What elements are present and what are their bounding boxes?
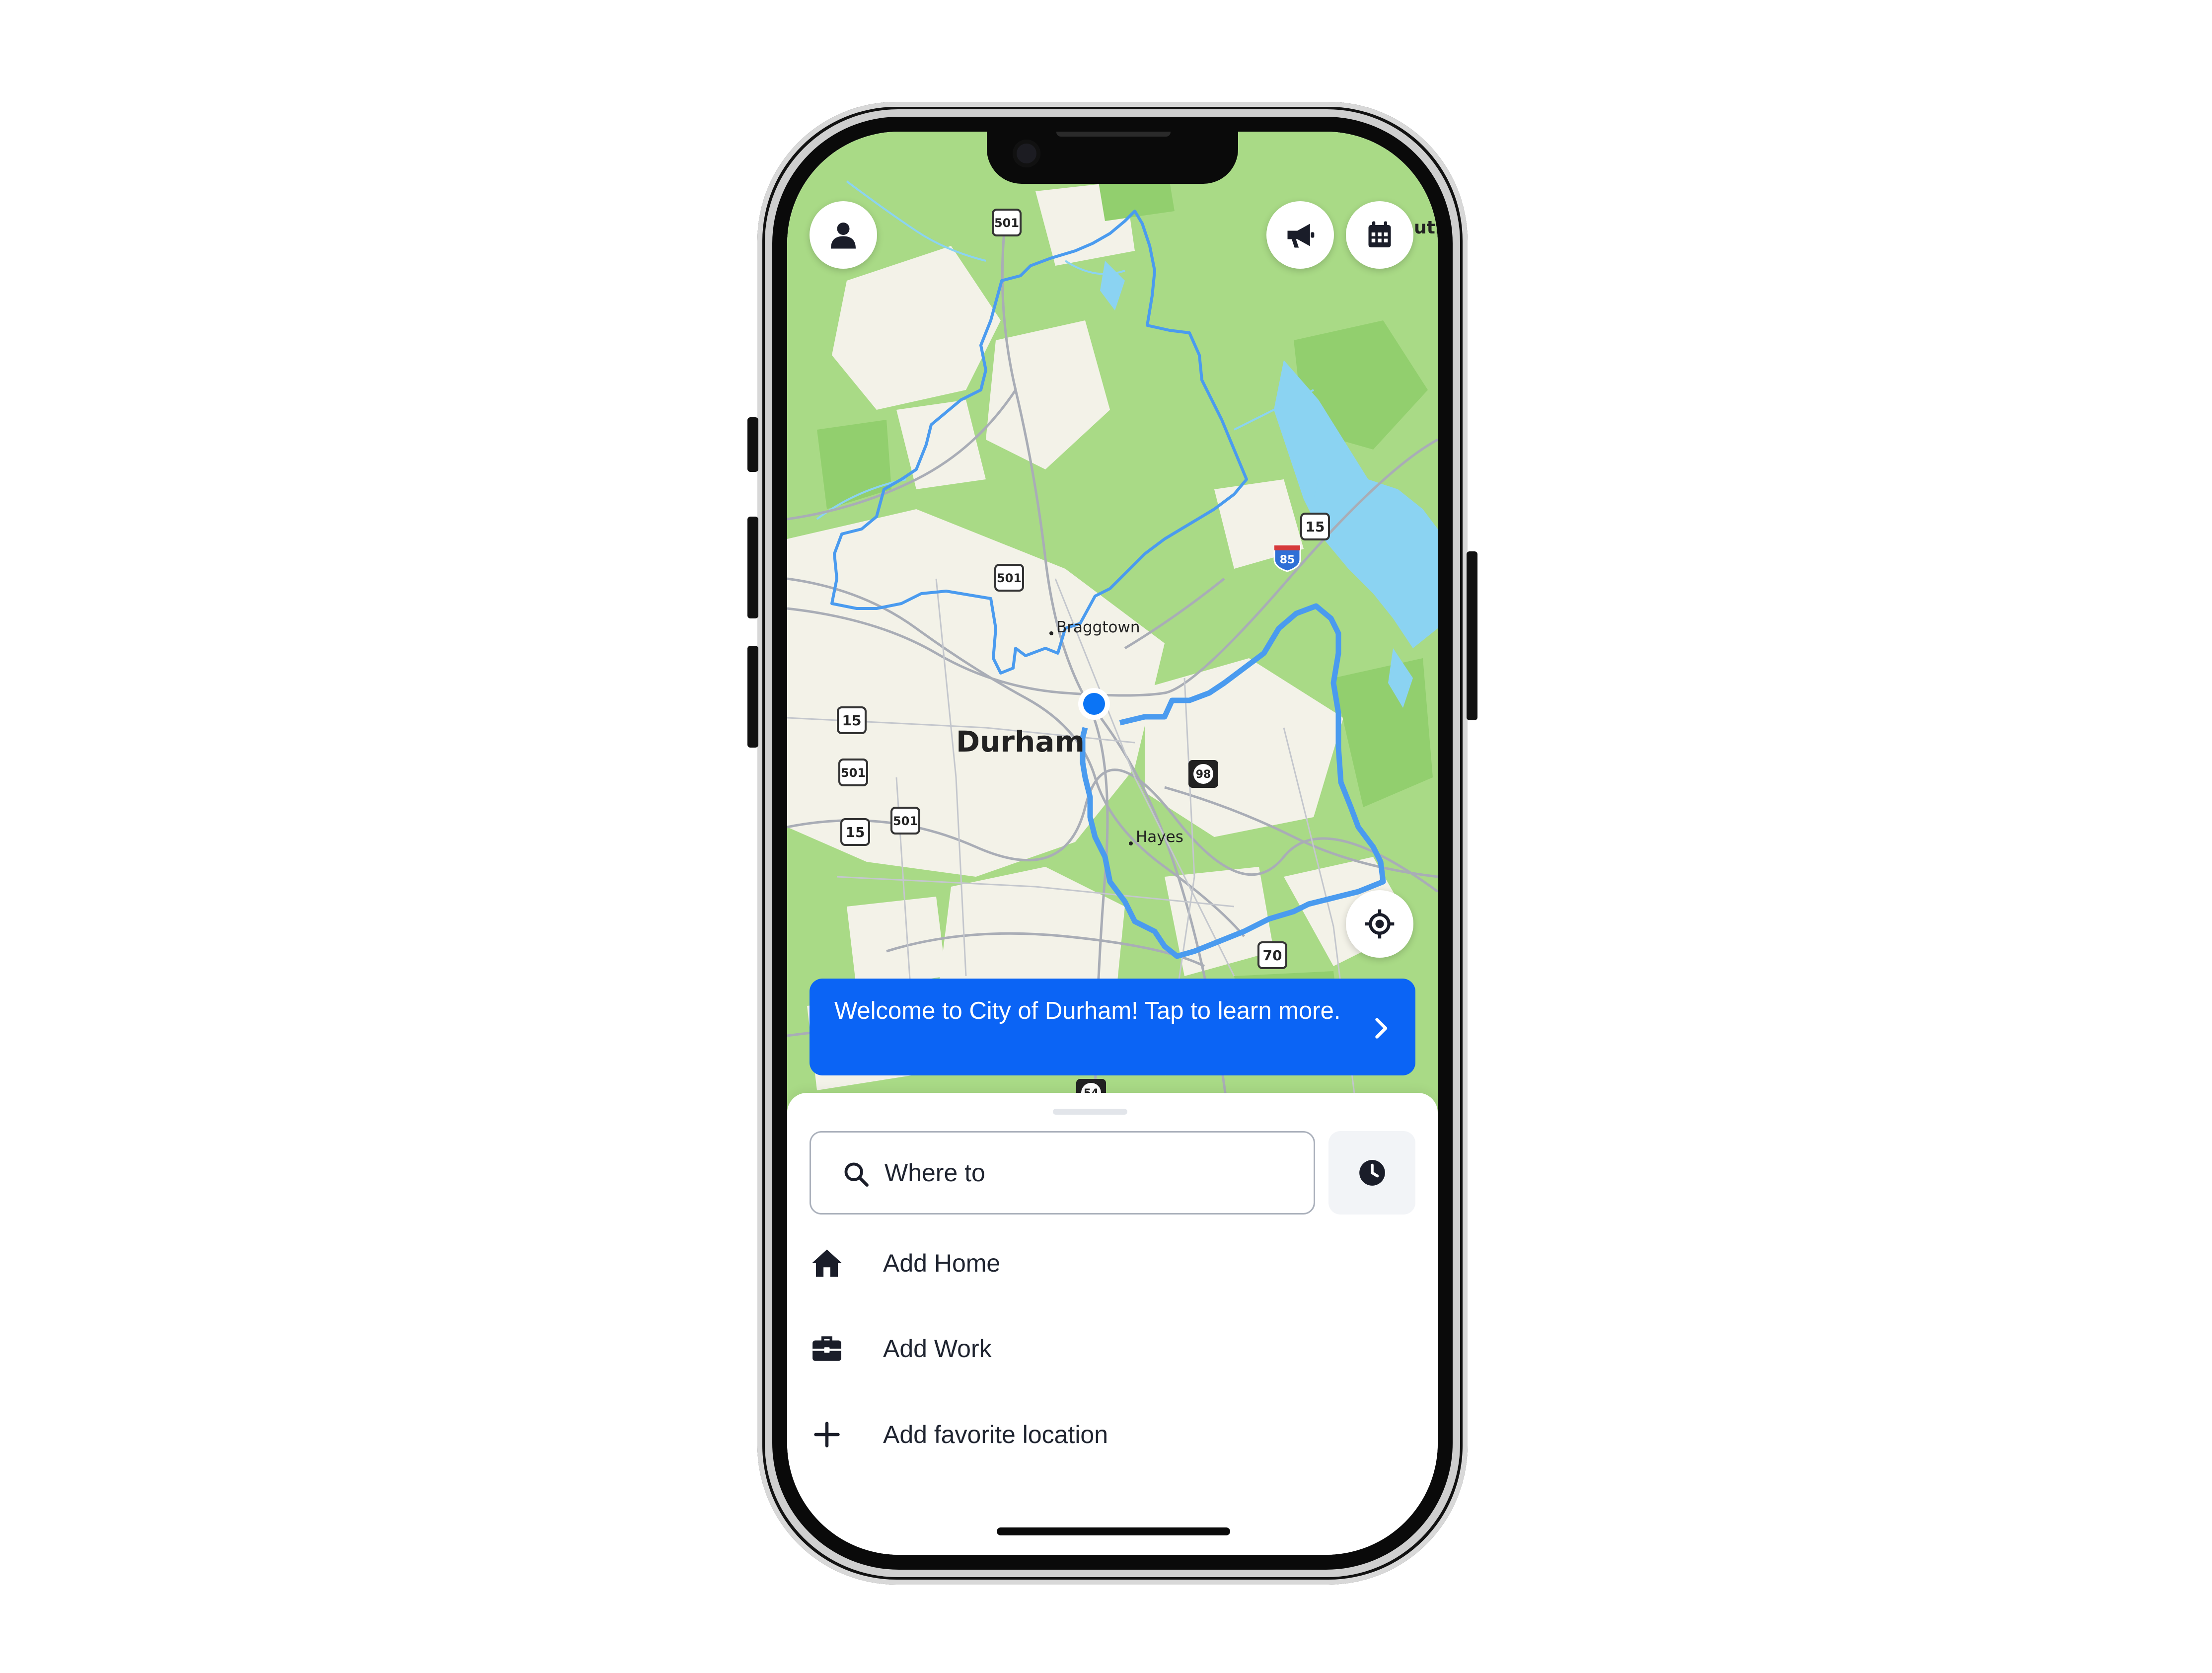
search-icon bbox=[844, 1162, 869, 1187]
shield-label: 85 bbox=[1280, 554, 1295, 566]
map-view[interactable]: Durham Braggtown Hayes utr 501 501 15 bbox=[787, 132, 1438, 1125]
route-shield-us501-west: 501 bbox=[838, 759, 868, 786]
shield-label: 15 bbox=[842, 712, 862, 729]
home-indicator bbox=[997, 1527, 1230, 1535]
route-shield-us70: 70 bbox=[1257, 941, 1287, 969]
plus-icon bbox=[810, 1417, 844, 1452]
route-shield-us15-south: 15 bbox=[840, 818, 870, 846]
state-shield-nc98: 98 bbox=[1188, 760, 1218, 788]
announcements-button[interactable] bbox=[1266, 201, 1334, 269]
map-label-city: Durham bbox=[956, 725, 1085, 759]
add-favorite-label: Add favorite location bbox=[883, 1421, 1108, 1448]
map-label-hayes: Hayes bbox=[1136, 828, 1183, 846]
megaphone-icon bbox=[1287, 224, 1315, 248]
calendar-button[interactable] bbox=[1346, 201, 1413, 269]
earpiece-speaker bbox=[1056, 132, 1171, 137]
search-input[interactable]: Where to bbox=[810, 1131, 1315, 1215]
power-button bbox=[1467, 551, 1477, 720]
route-shield-us15-west: 15 bbox=[837, 706, 867, 734]
phone-notch bbox=[987, 132, 1238, 184]
bottom-sheet: Where to Add Home Add Work Add favorite … bbox=[787, 1093, 1438, 1555]
welcome-banner[interactable]: Welcome to City of Durham! Tap to learn … bbox=[810, 979, 1415, 1075]
interstate-shield-i85: 85 bbox=[1273, 544, 1301, 572]
home-icon bbox=[810, 1246, 844, 1281]
profile-button[interactable] bbox=[810, 201, 877, 269]
map-label-edge: utr bbox=[1414, 218, 1438, 238]
briefcase-icon bbox=[810, 1331, 844, 1366]
map-label-braggtown: Braggtown bbox=[1056, 618, 1140, 636]
route-shield-us501-south: 501 bbox=[890, 807, 920, 835]
shield-label: 501 bbox=[997, 571, 1022, 585]
route-shield-us501-north: 501 bbox=[992, 209, 1022, 236]
front-camera bbox=[1013, 140, 1040, 167]
add-home-label: Add Home bbox=[883, 1249, 1001, 1277]
calendar-icon bbox=[1368, 221, 1391, 247]
map-dot-braggtown bbox=[1049, 631, 1053, 635]
current-location-marker bbox=[1078, 688, 1110, 720]
chevron-right-icon bbox=[1375, 1018, 1388, 1039]
shield-label: 501 bbox=[994, 216, 1019, 230]
add-favorite-item[interactable]: Add favorite location bbox=[810, 1403, 1415, 1463]
app-mockup: Durham Braggtown Hayes utr 501 501 15 bbox=[0, 0, 2212, 1673]
crosshair-icon bbox=[1365, 909, 1395, 939]
phone-screen: Durham Braggtown Hayes utr 501 501 15 bbox=[787, 132, 1438, 1555]
search-placeholder: Where to bbox=[885, 1159, 985, 1187]
volume-down-button bbox=[747, 646, 758, 748]
route-shield-us501-center: 501 bbox=[994, 564, 1024, 592]
sheet-drag-handle[interactable] bbox=[1053, 1109, 1127, 1115]
clock-icon bbox=[1359, 1160, 1385, 1186]
route-shield-us15-northeast: 15 bbox=[1300, 513, 1330, 540]
shield-label: 501 bbox=[841, 766, 866, 780]
locate-me-button[interactable] bbox=[1346, 890, 1413, 958]
shield-label: 15 bbox=[1306, 519, 1325, 535]
shield-label: 15 bbox=[846, 824, 865, 840]
add-home-item[interactable]: Add Home bbox=[810, 1232, 1415, 1292]
mute-switch bbox=[747, 417, 758, 472]
welcome-banner-text: Welcome to City of Durham! Tap to learn … bbox=[834, 997, 1341, 1024]
add-work-item[interactable]: Add Work bbox=[810, 1317, 1415, 1377]
shield-label: 98 bbox=[1196, 768, 1211, 781]
shield-label: 501 bbox=[893, 814, 918, 828]
volume-up-button bbox=[747, 517, 758, 618]
map-dot-hayes bbox=[1129, 841, 1133, 845]
add-work-label: Add Work bbox=[883, 1335, 992, 1363]
person-icon bbox=[831, 223, 856, 249]
recent-trips-button[interactable] bbox=[1328, 1131, 1415, 1215]
shield-label: 70 bbox=[1263, 947, 1282, 964]
